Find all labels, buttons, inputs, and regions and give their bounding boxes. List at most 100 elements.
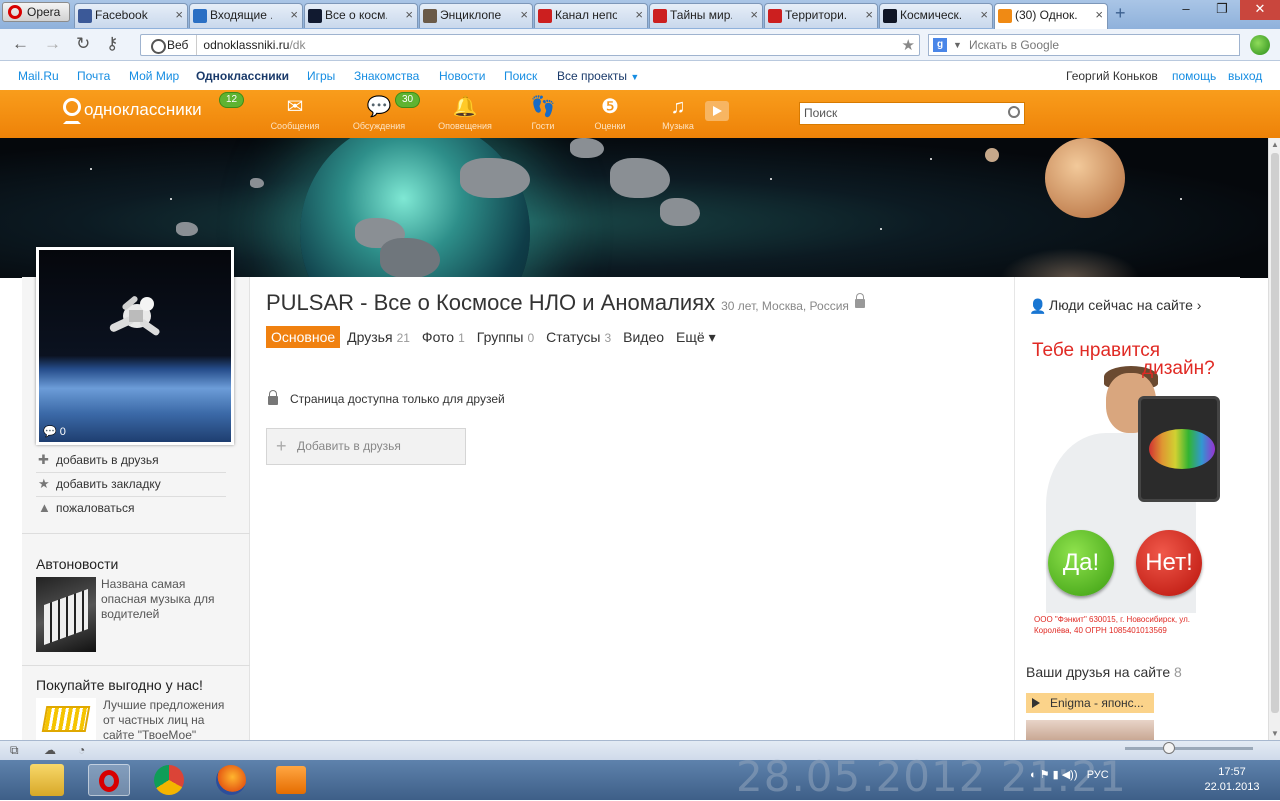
key-icon[interactable]: ⚷	[106, 35, 118, 53]
page-scrollbar[interactable]: ▲ ▼	[1268, 138, 1280, 740]
video-play-icon[interactable]	[705, 101, 729, 121]
zoom-slider-knob[interactable]	[1163, 742, 1175, 754]
page-title: PULSAR - Все о Космосе НЛО и Аномалиях 30…	[266, 290, 865, 316]
close-tab-icon[interactable]: ×	[865, 4, 873, 26]
ad-no-button[interactable]: Нет!	[1136, 530, 1202, 596]
link-pochta[interactable]: Почта	[77, 69, 110, 83]
link-igry[interactable]: Игры	[307, 69, 335, 83]
google-search-field[interactable]: g ▼ Искать в Google	[928, 34, 1240, 56]
tab-title: Facebook	[95, 8, 148, 22]
close-tab-icon[interactable]: ×	[290, 4, 298, 26]
ad-banner[interactable]: Тебе нравится дизайн? Да! Нет! ООО "Фэнк…	[1026, 338, 1226, 638]
browser-tab[interactable]: Территори... ×	[764, 3, 878, 28]
link-poisk[interactable]: Поиск	[504, 69, 537, 83]
scrollbar-thumb[interactable]	[1271, 153, 1279, 713]
report-link[interactable]: ▲ пожаловаться	[36, 497, 226, 521]
shopping-cart-icon[interactable]	[36, 698, 96, 740]
browser-tab[interactable]: Энциклопе... ×	[419, 3, 533, 28]
close-tab-icon[interactable]: ×	[750, 4, 758, 26]
user-name-link[interactable]: Георгий Коньков	[1066, 69, 1158, 83]
cloud-icon[interactable]: ☁	[44, 743, 56, 757]
shopping-text[interactable]: Лучшие предложения от частных лиц на сай…	[103, 698, 233, 743]
scroll-up-icon[interactable]: ▲	[1271, 140, 1279, 149]
close-window-button[interactable]: ✕	[1240, 0, 1280, 20]
taskbar-clock[interactable]: 17:57 22.01.2013	[1196, 765, 1268, 795]
close-tab-icon[interactable]: ×	[520, 4, 528, 26]
address-field[interactable]: Веб odnoklassniki.ru/dk ★	[140, 34, 920, 56]
nav-notifications[interactable]: 🔔 Оповещения	[430, 96, 500, 131]
nav-messages[interactable]: ✉ Сообщения	[260, 96, 330, 131]
nav-ratings[interactable]: ❺ Оценки	[575, 96, 645, 131]
new-tab-button[interactable]: +	[1115, 3, 1126, 23]
ad-yes-button[interactable]: Да!	[1048, 530, 1114, 596]
tab-video[interactable]: Видео	[618, 326, 669, 348]
browser-tab[interactable]: Тайны мир... ×	[649, 3, 763, 28]
close-tab-icon[interactable]: ×	[405, 4, 413, 26]
browser-tab[interactable]: Космическ... ×	[879, 3, 993, 28]
nav-guests[interactable]: 👣 Гости	[508, 96, 578, 131]
chrome-icon[interactable]	[154, 765, 184, 795]
firefox-icon[interactable]	[216, 765, 246, 795]
forward-icon[interactable]: →	[44, 35, 61, 53]
profile-meta: 30 лет, Москва, Россия	[721, 299, 849, 313]
piano-thumbnail[interactable]	[36, 577, 96, 652]
people-online-link[interactable]: 👤 Люди сейчас на сайте ›	[1029, 297, 1201, 314]
tray-icons[interactable]: ◐ ⚑ ▮ ◀))	[1030, 769, 1087, 781]
chevron-down-icon[interactable]: ▼	[953, 35, 962, 55]
link-znakomstva[interactable]: Знакомства	[354, 69, 419, 83]
speed-dial-icon[interactable]: ◔	[78, 743, 85, 757]
opera-taskbar-icon[interactable]	[88, 764, 130, 796]
tab-more[interactable]: Ещё ▾	[671, 326, 721, 349]
link-novosti[interactable]: Новости	[439, 69, 485, 83]
add-bookmark-link[interactable]: ★ добавить закладку	[36, 473, 226, 497]
language-indicator[interactable]: РУС	[1087, 769, 1109, 781]
scroll-down-icon[interactable]: ▼	[1271, 729, 1279, 738]
nav-music[interactable]: ♫ Музыка	[643, 96, 713, 131]
link-odnoklassniki[interactable]: Одноклассники	[196, 69, 289, 83]
browser-tab[interactable]: Канал непо... ×	[534, 3, 648, 28]
minimize-button[interactable]: –	[1168, 0, 1204, 20]
tab-photos[interactable]: Фото 1	[417, 326, 470, 348]
browser-tab[interactable]: Все о косм... ×	[304, 3, 418, 28]
reload-icon[interactable]: ↻	[76, 35, 90, 53]
add-friend-button[interactable]: + Добавить в друзья	[266, 428, 466, 465]
link-all-projects[interactable]: Все проекты ▼	[557, 69, 639, 83]
browser-tab[interactable]: Facebook ×	[74, 3, 188, 28]
link-mailru[interactable]: Mail.Ru	[18, 69, 59, 83]
maximize-button[interactable]: ❐	[1204, 0, 1240, 20]
file-explorer-icon[interactable]	[30, 764, 64, 796]
tab-title: Территори...	[785, 8, 847, 22]
bookmark-star-icon[interactable]: ★	[902, 36, 915, 56]
tab-statuses[interactable]: Статусы 3	[541, 326, 616, 348]
ok-search-input[interactable]: Поиск	[799, 102, 1025, 125]
zoom-slider[interactable]	[1125, 742, 1253, 754]
friend-avatar[interactable]	[1026, 720, 1154, 740]
add-friend-link[interactable]: ✚ добавить в друзья	[36, 449, 226, 473]
opera-link-globe-icon[interactable]	[1250, 35, 1270, 55]
tab-friends[interactable]: Друзья 21	[342, 326, 415, 348]
photo-comments-count[interactable]: 💬 0	[43, 425, 66, 438]
close-tab-icon[interactable]: ×	[1095, 4, 1103, 26]
media-player-icon[interactable]	[276, 766, 306, 794]
tab-main[interactable]: Основное	[266, 326, 341, 348]
link-moy-mir[interactable]: Мой Мир	[129, 69, 179, 83]
play-icon[interactable]	[1032, 698, 1040, 708]
autonews-title: Автоновости	[36, 556, 119, 572]
close-tab-icon[interactable]: ×	[635, 4, 643, 26]
close-tab-icon[interactable]: ×	[980, 4, 988, 26]
help-link[interactable]: помощь	[1172, 69, 1216, 83]
opera-menu-button[interactable]: Opera	[2, 2, 70, 22]
friends-online-heading[interactable]: Ваши друзья на сайте 8	[1026, 664, 1182, 680]
autonews-headline[interactable]: Названа самая опасная музыка для водител…	[101, 577, 231, 622]
tab-groups[interactable]: Группы 0	[472, 326, 539, 348]
profile-photo[interactable]: 💬 0	[36, 247, 234, 445]
back-icon[interactable]: ←	[12, 35, 29, 53]
browser-tab[interactable]: (30) Однок... ×	[994, 3, 1108, 29]
logout-link[interactable]: выход	[1228, 69, 1262, 83]
friend-music-item[interactable]: Enigma - японс...	[1026, 693, 1154, 713]
browser-tab[interactable]: Входящие ... ×	[189, 3, 303, 28]
panel-toggle-icon[interactable]: ⧉	[10, 743, 19, 758]
search-icon[interactable]	[1008, 106, 1020, 118]
shopping-divider	[22, 665, 250, 666]
close-tab-icon[interactable]: ×	[175, 4, 183, 26]
